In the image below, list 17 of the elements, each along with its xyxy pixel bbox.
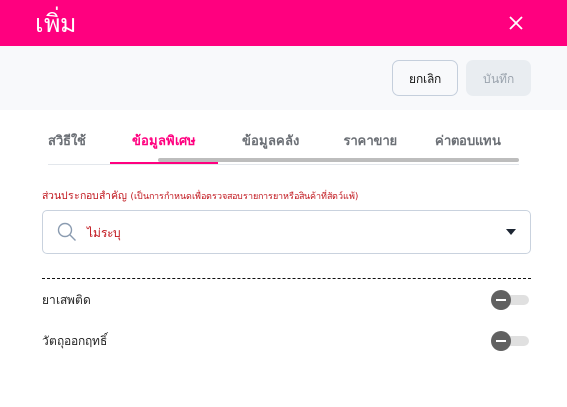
tab[interactable]: ค่าตอบแทน [418, 124, 518, 164]
toggle-switch[interactable] [491, 290, 529, 310]
dialog-title: เพิ่ม [35, 3, 76, 43]
scrollbar-thumb[interactable] [158, 158, 519, 162]
switch-label: วัตถุออกฤทธิ์ [42, 331, 107, 350]
search-icon [57, 222, 77, 242]
field-label: ส่วนประกอบสำคัญ (เป็นการกำหนดเพื่อตรวจสอบรายการยาหรือสินค้าที่สัตว์แพ้) [42, 188, 360, 204]
close-icon[interactable] [509, 16, 523, 30]
switch-label: ยาเสพติด [42, 292, 91, 309]
cancel-button[interactable]: ยกเลิก [392, 60, 458, 96]
ingredient-select[interactable]: ไม่ระบุ [42, 210, 531, 254]
tab[interactable]: ราคาขาย [323, 124, 418, 164]
caret-icon [506, 229, 516, 235]
tab[interactable]: ข้อมูลคลัง [218, 124, 323, 164]
tab[interactable]: สวิธีใช้ [48, 124, 110, 164]
select-value: ไม่ระบุ [87, 224, 122, 242]
toggle-switch[interactable] [491, 330, 529, 350]
